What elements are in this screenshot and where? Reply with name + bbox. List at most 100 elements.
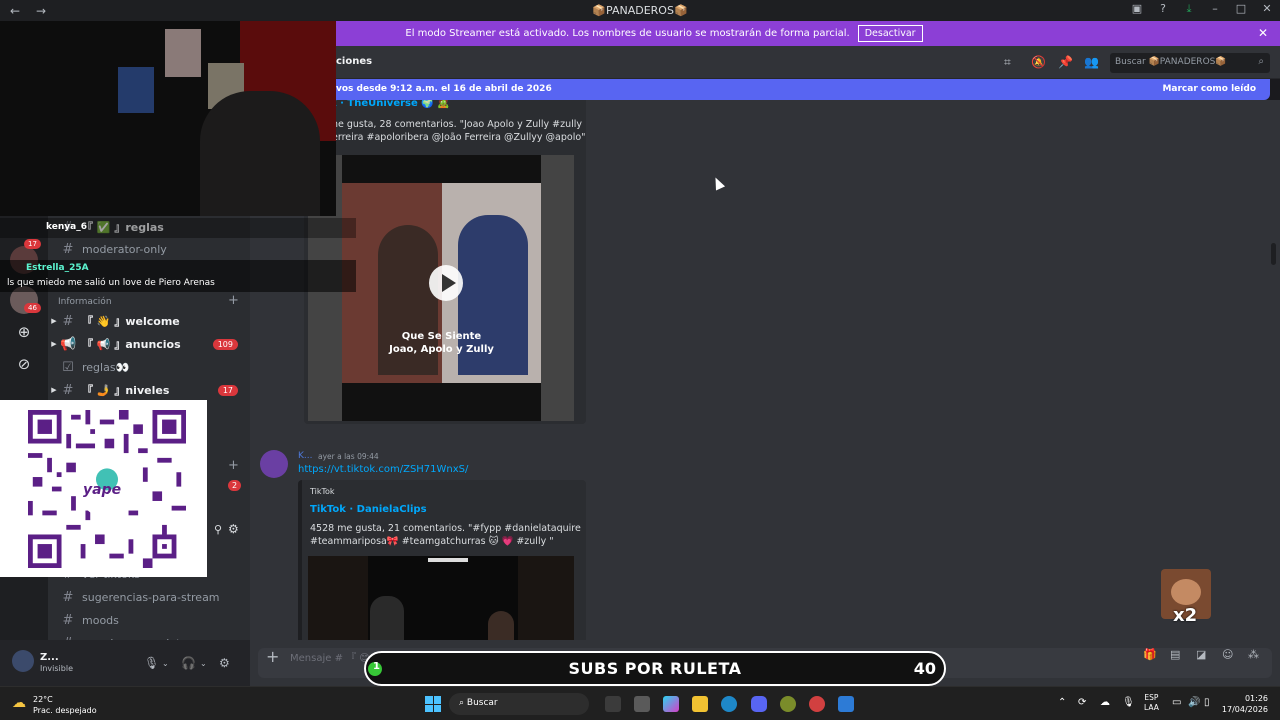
subs-roulette-overlay: 1 SUBS POR RULETA 40: [364, 651, 946, 686]
avatar[interactable]: [12, 650, 34, 672]
embed-provider: TikTok: [310, 487, 335, 496]
unread-badge: 2: [228, 480, 242, 491]
channel-label: reglas👀: [82, 360, 130, 374]
app-icon[interactable]: [809, 696, 825, 712]
banner-text: El modo Streamer está activado. Los nomb…: [405, 28, 850, 39]
channel-manden[interactable]: # manden-sus-calatos: [48, 633, 250, 641]
video-thumbnail[interactable]: [308, 556, 574, 640]
embed-title[interactable]: TikTok · DanielaClips: [310, 504, 427, 515]
start-button[interactable]: [425, 696, 441, 712]
microphone-icon[interactable]: 🎙: [1122, 697, 1135, 708]
edge-icon[interactable]: [721, 696, 737, 712]
add-member-icon[interactable]: ⚲: [214, 523, 222, 536]
server-badge: 17: [24, 239, 41, 249]
headphones-icon[interactable]: 🎧: [181, 656, 196, 670]
minimize-button[interactable]: –: [1202, 2, 1228, 16]
expand-arrow-icon: ▶: [51, 340, 57, 348]
language-indicator[interactable]: ESP LAA: [1144, 693, 1159, 713]
overlay-chat-row: Estrella_25A ls que miedo me salió un lo…: [0, 260, 356, 292]
close-window-button[interactable]: ✕: [1254, 2, 1280, 16]
gift-icon[interactable]: 🎁: [1143, 648, 1157, 661]
app-icon[interactable]: [838, 696, 854, 712]
cloud-icon[interactable]: ☁: [1100, 697, 1110, 708]
download-icon[interactable]: ⤓: [1176, 2, 1202, 16]
hash-icon: #: [62, 313, 74, 329]
avatar[interactable]: [260, 450, 288, 478]
maximize-button[interactable]: □: [1228, 2, 1254, 16]
search-input[interactable]: Buscar 📦PANADEROS📦 ⌕: [1110, 53, 1270, 73]
hash-icon: #: [62, 382, 74, 398]
overlay-chat-user: kenya_6: [46, 222, 87, 232]
new-messages-bar[interactable]: vos desde 9:12 a.m. el 16 de abril de 20…: [330, 79, 1270, 100]
channel-label: 『 📢 』anuncios: [82, 338, 181, 351]
hash-icon: #: [62, 589, 74, 605]
settings-gear-icon[interactable]: ⚙: [219, 656, 230, 670]
hash-icon: #: [62, 241, 74, 257]
apps-icon[interactable]: ⁂: [1248, 648, 1259, 661]
channel-label: sugerencias-para-stream: [82, 590, 220, 604]
taskbar-search-label: Buscar: [466, 698, 498, 708]
gear-icon[interactable]: ⚙: [228, 522, 239, 536]
discord-icon[interactable]: [751, 696, 767, 712]
pin-icon[interactable]: 📌: [1058, 55, 1073, 69]
channel-sugerencias[interactable]: # sugerencias-para-stream: [48, 587, 250, 607]
deactivate-button[interactable]: Desactivar: [857, 25, 923, 42]
channel-label: moods: [82, 613, 119, 627]
channel-moods[interactable]: # moods: [48, 610, 250, 630]
help-icon[interactable]: ?: [1150, 2, 1176, 16]
copilot-icon[interactable]: [663, 696, 679, 712]
clock[interactable]: 01:26 17/04/2026: [1222, 693, 1268, 715]
explore-icon[interactable]: ⊘: [10, 350, 38, 378]
add-channel-icon[interactable]: +: [228, 458, 239, 473]
inbox-icon[interactable]: ▣: [1124, 2, 1150, 16]
message-link[interactable]: https://vt.tiktok.com/ZSH71WnxS/: [298, 464, 468, 475]
taskbar-search[interactable]: ⌕ Buscar: [449, 693, 589, 715]
channel-moderator-only[interactable]: # moderator-only: [48, 239, 250, 259]
category-informacion[interactable]: Información: [58, 297, 112, 307]
clock-time: 01:26: [1244, 694, 1268, 703]
threads-icon[interactable]: ⌗: [1004, 55, 1011, 70]
chevron-up-icon[interactable]: ⌃: [1058, 697, 1066, 708]
attach-plus-icon[interactable]: +: [266, 647, 279, 666]
app-icon[interactable]: [780, 696, 796, 712]
yape-brand: yape: [83, 482, 122, 498]
unread-badge: 17: [217, 384, 238, 396]
channel-welcome[interactable]: ▶ # 『 👋 』welcome: [48, 311, 250, 331]
chevron-down-icon[interactable]: ⌄: [200, 659, 207, 668]
weather-icon[interactable]: ☁: [12, 695, 26, 711]
webcam-overlay: [0, 21, 336, 216]
notification-muted-icon[interactable]: 🔕: [1031, 55, 1046, 69]
channel-header: ciones ⌗ 🔕 📌 👥 Buscar 📦PANADEROS📦 ⌕: [250, 46, 1280, 79]
members-icon[interactable]: 👥: [1084, 55, 1099, 69]
emote-overlay: x2: [1161, 569, 1211, 626]
store-icon[interactable]: [634, 696, 650, 712]
channel-niveles[interactable]: ▶ # 『 🤳 』niveles 17: [48, 380, 250, 400]
sync-icon[interactable]: ⟳: [1078, 697, 1086, 708]
embed-description: erreira #apoloribera @João Ferreira @Zul…: [332, 132, 586, 143]
channel-anuncios[interactable]: ▶ 📢 『 📢 』anuncios 109: [48, 334, 250, 354]
message-timestamp: ayer a las 09:44: [318, 452, 379, 461]
scrollbar-thumb[interactable]: [1271, 243, 1276, 265]
sticker-icon[interactable]: ◪: [1196, 648, 1206, 661]
weather-condition: Prac. despejado: [33, 706, 97, 715]
channel-reglas-eyes[interactable]: ☑ reglas👀: [48, 357, 250, 377]
microphone-icon[interactable]: 🎙: [144, 656, 159, 670]
add-server-icon[interactable]: ⊕: [10, 318, 38, 346]
mark-as-read-button[interactable]: Marcar como leído: [1162, 84, 1256, 94]
volume-icon[interactable]: 🔊: [1188, 697, 1200, 708]
embed-author[interactable]: k · TheUniverse 🌍 🧟: [330, 100, 450, 109]
message-author[interactable]: K...: [298, 451, 312, 461]
network-icon[interactable]: ▭: [1172, 697, 1181, 708]
overlay-chat-user: Estrella_25A: [26, 263, 89, 273]
battery-icon[interactable]: ▯: [1204, 697, 1210, 708]
overlay-chat-row: kenya_6: [0, 218, 356, 238]
chevron-down-icon[interactable]: ⌄: [162, 659, 169, 668]
gif-icon[interactable]: ▤: [1170, 648, 1180, 661]
message-list: k · TheUniverse 🌍 🧟 ne gusta, 28 comenta…: [250, 100, 1280, 640]
task-view-icon[interactable]: [605, 696, 621, 712]
weather-widget[interactable]: 22°C Prac. despejado: [33, 694, 97, 716]
file-explorer-icon[interactable]: [692, 696, 708, 712]
add-channel-icon[interactable]: +: [228, 293, 239, 308]
close-banner-icon[interactable]: ✕: [1258, 26, 1268, 40]
emoji-icon[interactable]: ☺: [1222, 648, 1233, 661]
